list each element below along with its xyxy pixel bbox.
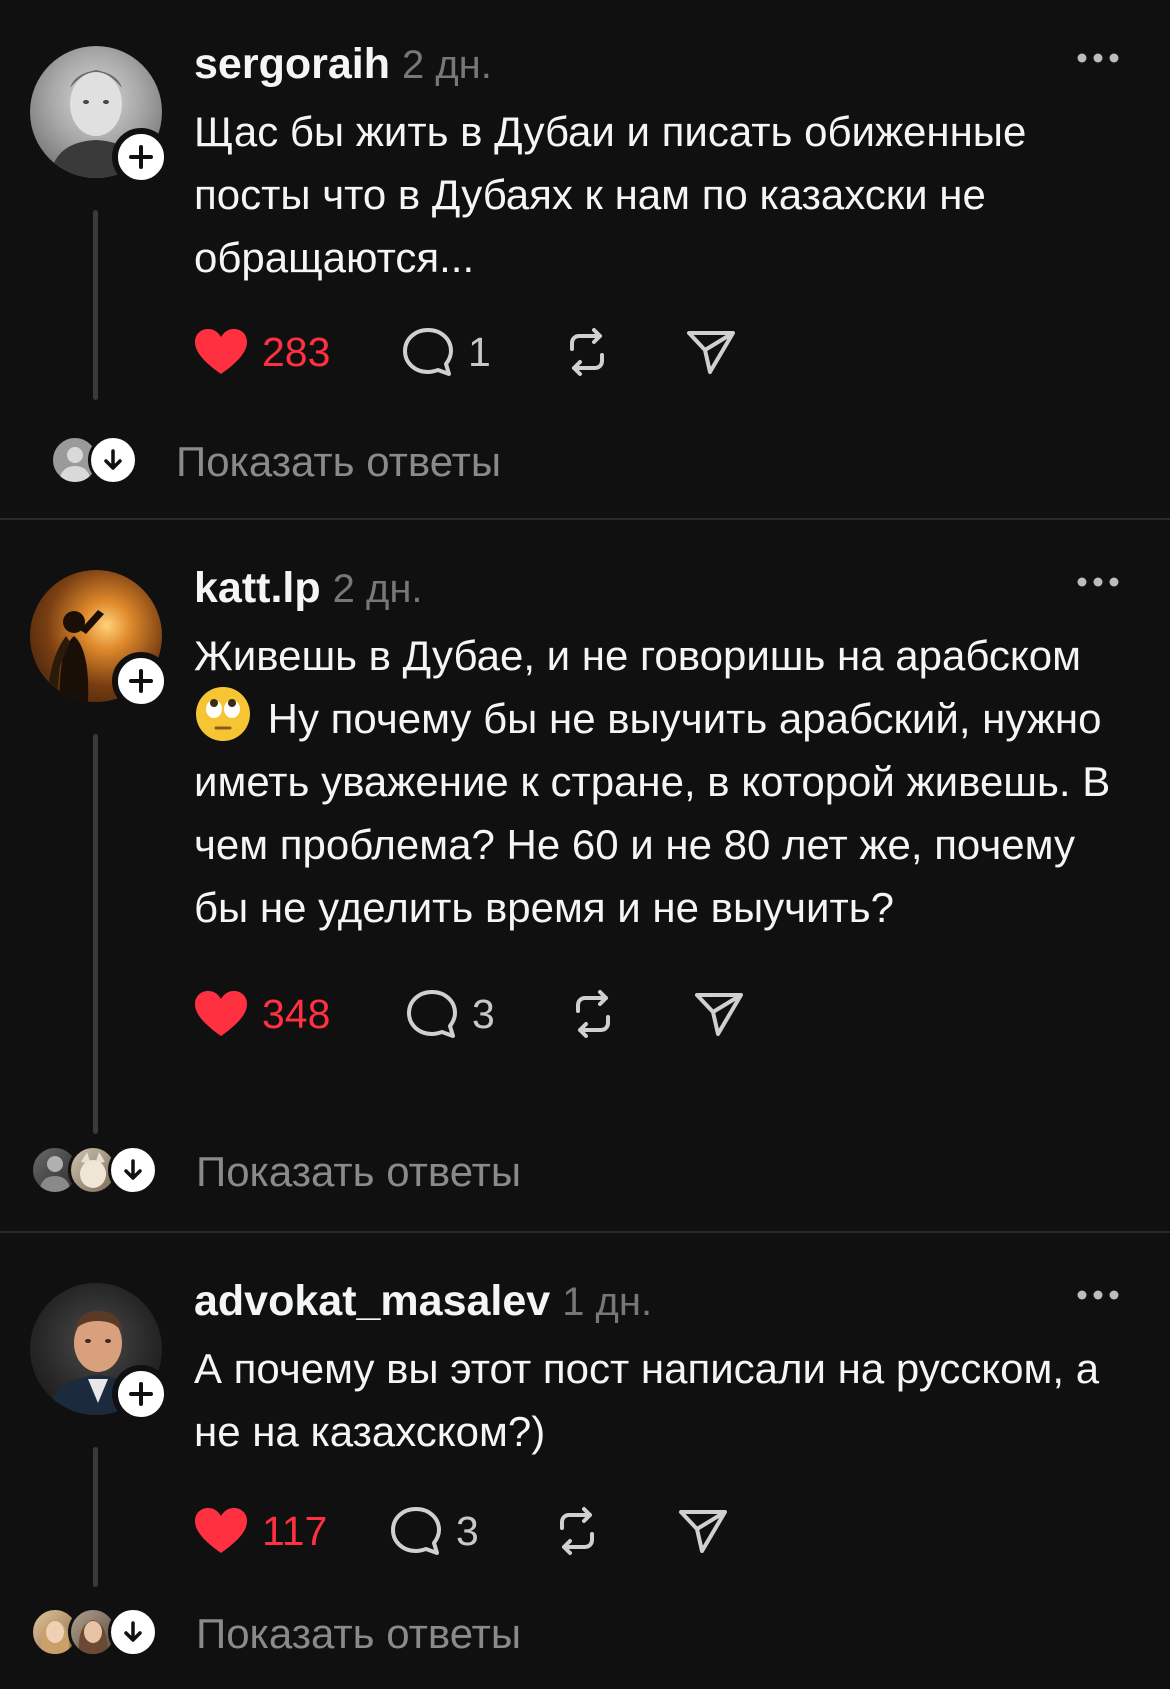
- expand-replies-badge: [88, 435, 138, 485]
- repost-icon: [576, 990, 610, 1038]
- username[interactable]: sergoraih: [194, 40, 390, 89]
- plus-icon: [129, 145, 153, 169]
- heart-icon: [195, 1508, 247, 1553]
- more-icon[interactable]: [1074, 48, 1122, 68]
- post-content: katt.lp 2 дн. Живешь в Дубае, и не говор…: [194, 564, 1140, 1038]
- comment-icon: [403, 328, 453, 376]
- follow-button[interactable]: [112, 1365, 170, 1423]
- reply-count: 1: [468, 328, 491, 375]
- share-button[interactable]: [686, 322, 736, 382]
- repost-button[interactable]: [568, 984, 618, 1044]
- post-time: 2 дн.: [332, 567, 423, 611]
- avatar-container[interactable]: [30, 46, 170, 186]
- arrow-down-icon: [124, 1621, 142, 1642]
- expand-replies-badge: [108, 1145, 158, 1195]
- heart-icon: [195, 991, 247, 1036]
- thread-line: [93, 1447, 98, 1587]
- comment-icon: [391, 1507, 441, 1555]
- comment-icon: [407, 990, 457, 1038]
- repost-icon: [570, 328, 604, 376]
- post-katt-lp: katt.lp 2 дн. Живешь в Дубае, и не говор…: [0, 520, 1170, 1231]
- reply-button[interactable]: 1: [402, 322, 491, 382]
- action-bar: 348 3: [194, 984, 794, 1044]
- reply-button[interactable]: 3: [406, 984, 495, 1044]
- post-advokat-masalev: advokat_masalev 1 дн. А почему вы этот п…: [0, 1233, 1170, 1689]
- username[interactable]: advokat_masalev: [194, 1277, 550, 1326]
- like-count: 117: [262, 1507, 328, 1554]
- arrow-down-icon: [104, 449, 122, 470]
- like-count: 348: [262, 990, 331, 1037]
- avatar-container[interactable]: [30, 570, 170, 710]
- repost-button[interactable]: [552, 1501, 602, 1561]
- show-replies-row[interactable]: Показать ответы: [0, 430, 700, 490]
- post-header: advokat_masalev 1 дн.: [194, 1277, 1140, 1333]
- expand-replies-badge: [108, 1607, 158, 1657]
- share-button[interactable]: [678, 1501, 728, 1561]
- reply-count: 3: [456, 1507, 479, 1554]
- show-replies-label[interactable]: Показать ответы: [176, 438, 501, 486]
- plus-icon: [129, 1382, 153, 1406]
- more-icon[interactable]: [1074, 572, 1122, 592]
- post-sergoraih: sergoraih 2 дн. Щас бы жить в Дубаи и пи…: [0, 0, 1170, 518]
- thread-line: [93, 734, 98, 1134]
- post-header: sergoraih 2 дн.: [194, 40, 1140, 96]
- reply-button[interactable]: 3: [390, 1501, 479, 1561]
- replies-feed: sergoraih 2 дн. Щас бы жить в Дубаи и пи…: [0, 0, 1170, 1689]
- show-replies-row[interactable]: Показать ответы: [0, 1140, 700, 1200]
- eye-roll-emoji-icon: [196, 687, 250, 741]
- send-icon: [679, 1510, 727, 1553]
- send-icon: [687, 331, 735, 374]
- post-text: Живешь в Дубае, и не говоришь на арабско…: [194, 624, 1140, 939]
- post-header: katt.lp 2 дн.: [194, 564, 1140, 620]
- post-content: advokat_masalev 1 дн. А почему вы этот п…: [194, 1277, 1140, 1555]
- post-content: sergoraih 2 дн. Щас бы жить в Дубаи и пи…: [194, 40, 1140, 376]
- arrow-down-icon: [124, 1159, 142, 1180]
- username[interactable]: katt.lp: [194, 564, 321, 613]
- show-replies-label[interactable]: Показать ответы: [196, 1610, 521, 1658]
- like-count: 283: [262, 328, 331, 375]
- show-replies-row[interactable]: Показать ответы: [0, 1602, 700, 1662]
- post-text: Щас бы жить в Дубаи и писать обиженные п…: [194, 108, 1027, 281]
- post-time: 2 дн.: [401, 43, 492, 87]
- repost-icon: [560, 1507, 594, 1555]
- post-time: 1 дн.: [562, 1280, 653, 1324]
- action-bar: 117 3: [194, 1501, 794, 1561]
- follow-button[interactable]: [112, 652, 170, 710]
- repost-button[interactable]: [562, 322, 612, 382]
- like-button[interactable]: 283: [194, 322, 330, 382]
- avatar-container[interactable]: [30, 1283, 170, 1423]
- like-button[interactable]: 117: [194, 1501, 327, 1561]
- heart-icon: [195, 329, 247, 374]
- action-bar: 283 1: [194, 322, 794, 382]
- thread-line: [93, 210, 98, 400]
- post-text-part1: Живешь в Дубае, и не говоришь на арабско…: [194, 632, 1081, 679]
- follow-button[interactable]: [112, 128, 170, 186]
- plus-icon: [129, 669, 153, 693]
- post-text-part2: Ну почему бы не выучить арабский, нужно …: [194, 695, 1111, 931]
- send-icon: [695, 993, 743, 1036]
- reply-count: 3: [472, 990, 495, 1037]
- share-button[interactable]: [694, 984, 744, 1044]
- post-text: А почему вы этот пост написали на русско…: [194, 1345, 1100, 1455]
- like-button[interactable]: 348: [194, 984, 330, 1044]
- more-icon[interactable]: [1074, 1285, 1122, 1305]
- show-replies-label[interactable]: Показать ответы: [196, 1148, 521, 1196]
